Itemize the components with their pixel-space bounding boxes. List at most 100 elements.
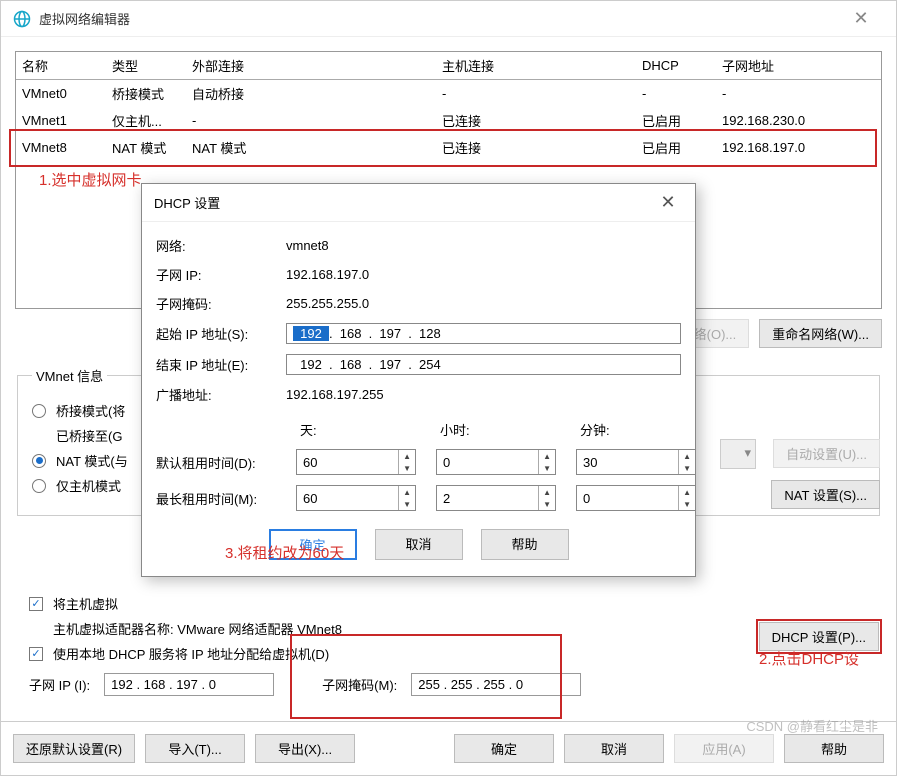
dhcp-end-input[interactable]: 192. 168. 197. 254 <box>286 354 681 375</box>
ok-button[interactable]: 确定 <box>454 734 554 763</box>
max-lease-label: 最长租用时间(M): <box>156 489 286 508</box>
def-lease-days-input[interactable]: ▲▼ <box>296 449 416 475</box>
def-lease-hours-input[interactable]: ▲▼ <box>436 449 556 475</box>
col-type[interactable]: 类型 <box>106 52 186 80</box>
cancel-button[interactable]: 取消 <box>564 734 664 763</box>
bridge-combo-dropdown-icon[interactable] <box>720 439 756 469</box>
restore-defaults-button[interactable]: 还原默认设置(R) <box>13 734 135 763</box>
spin-down-icon[interactable]: ▼ <box>679 462 695 474</box>
spin-value[interactable] <box>577 450 678 474</box>
globe-icon <box>13 10 31 28</box>
spin-up-icon[interactable]: ▲ <box>679 486 695 498</box>
ip-seg[interactable]: 254 <box>412 357 448 372</box>
spin-up-icon[interactable]: ▲ <box>539 450 555 462</box>
cell: - <box>186 107 436 134</box>
dhcp-mask-value: 255.255.255.0 <box>286 296 681 311</box>
cell: - <box>436 80 636 108</box>
table-row[interactable]: VMnet0 桥接模式 自动桥接 - - - <box>16 80 881 108</box>
cell: 自动桥接 <box>186 80 436 108</box>
table-row[interactable]: VMnet1 仅主机... - 已连接 已启用 192.168.230.0 <box>16 107 881 134</box>
ip-seg[interactable]: 168 <box>333 326 369 341</box>
vmnet-info-legend: VMnet 信息 <box>32 366 107 385</box>
dhcp-mask-label: 子网掩码: <box>156 294 286 313</box>
spin-value[interactable] <box>577 486 678 510</box>
spin-value[interactable] <box>297 486 398 510</box>
hostonly-radio[interactable] <box>32 479 46 493</box>
def-lease-mins-input[interactable]: ▲▼ <box>576 449 696 475</box>
table-header-row: 名称 类型 外部连接 主机连接 DHCP 子网地址 <box>16 52 881 80</box>
dhcp-start-input[interactable]: 192. 168. 197. 128 <box>286 323 681 344</box>
spin-down-icon[interactable]: ▼ <box>399 498 415 510</box>
adapter-name-label: 主机虚拟适配器名称: VMware 网络适配器 VMnet8 <box>53 619 342 638</box>
ip-seg[interactable]: 168 <box>333 357 369 372</box>
dhcp-close-icon[interactable]: ✕ <box>653 192 683 213</box>
subnet-ip-input[interactable]: 192 . 168 . 197 . 0 <box>104 673 274 696</box>
hostonly-radio-label: 仅主机模式 <box>56 476 121 495</box>
import-button[interactable]: 导入(T)... <box>145 734 245 763</box>
connect-host-checkbox[interactable] <box>29 597 43 611</box>
max-lease-days-input[interactable]: ▲▼ <box>296 485 416 511</box>
ip-seg[interactable]: 197 <box>372 357 408 372</box>
spin-up-icon[interactable]: ▲ <box>399 450 415 462</box>
main-window: 虚拟网络编辑器 ✕ 名称 类型 外部连接 主机连接 DHCP 子网地址 VMne… <box>0 0 897 776</box>
ip-seg[interactable]: 192 <box>293 357 329 372</box>
cell: NAT 模式 <box>106 134 186 161</box>
help-button[interactable]: 帮助 <box>784 734 884 763</box>
annotation-3: 3.将租约改为60天 <box>225 542 344 563</box>
spin-up-icon[interactable]: ▲ <box>679 450 695 462</box>
dhcp-title: DHCP 设置 <box>154 193 653 212</box>
cell: 192.168.230.0 <box>716 107 881 134</box>
annotation-1: 1.选中虚拟网卡 <box>39 169 142 190</box>
cell: 已连接 <box>436 107 636 134</box>
cell: VMnet1 <box>16 107 106 134</box>
connect-host-label: 将主机虚拟 <box>53 594 118 613</box>
close-icon[interactable]: ✕ <box>838 1 884 37</box>
cell: 仅主机... <box>106 107 186 134</box>
nat-settings-button[interactable]: NAT 设置(S)... <box>771 480 880 509</box>
ip-seg[interactable]: 197 <box>372 326 408 341</box>
dhcp-dialog: DHCP 设置 ✕ 网络: vmnet8 子网 IP: 192.168.197.… <box>141 183 696 577</box>
dhcp-bcast-value: 192.168.197.255 <box>286 387 681 402</box>
col-host[interactable]: 主机连接 <box>436 52 636 80</box>
subnet-mask-label: 子网掩码(M): <box>322 675 397 694</box>
spin-value[interactable] <box>297 450 398 474</box>
dhcp-titlebar: DHCP 设置 ✕ <box>142 184 695 222</box>
ip-seg[interactable]: 128 <box>412 326 448 341</box>
day-header: 天: <box>296 420 426 439</box>
dhcp-help-button[interactable]: 帮助 <box>481 529 569 560</box>
dhcp-settings-button[interactable]: DHCP 设置(P)... <box>759 622 879 651</box>
spin-value[interactable] <box>437 486 538 510</box>
max-lease-mins-input[interactable]: ▲▼ <box>576 485 696 511</box>
annotation-2: 2.点击DHCP设 <box>759 648 859 669</box>
cell: - <box>716 80 881 108</box>
export-button[interactable]: 导出(X)... <box>255 734 355 763</box>
dhcp-cancel-button[interactable]: 取消 <box>375 529 463 560</box>
max-lease-hours-input[interactable]: ▲▼ <box>436 485 556 511</box>
bridge-radio[interactable] <box>32 404 46 418</box>
lease-grid: 天: 小时: 分钟: 默认租用时间(D): ▲▼ ▲▼ ▲▼ 最长租用时间(M)… <box>156 420 681 511</box>
spin-down-icon[interactable]: ▼ <box>399 462 415 474</box>
cell: VMnet0 <box>16 80 106 108</box>
dhcp-start-label: 起始 IP 地址(S): <box>156 324 286 343</box>
col-ext[interactable]: 外部连接 <box>186 52 436 80</box>
spin-down-icon[interactable]: ▼ <box>539 498 555 510</box>
ip-seg[interactable]: 192 <box>293 326 329 341</box>
cell: 已启用 <box>636 107 716 134</box>
spin-down-icon[interactable]: ▼ <box>679 498 695 510</box>
nat-radio[interactable] <box>32 454 46 468</box>
use-dhcp-checkbox[interactable] <box>29 647 43 661</box>
col-subnet[interactable]: 子网地址 <box>716 52 881 80</box>
spin-down-icon[interactable]: ▼ <box>539 462 555 474</box>
col-name[interactable]: 名称 <box>16 52 106 80</box>
spin-up-icon[interactable]: ▲ <box>399 486 415 498</box>
spin-value[interactable] <box>437 450 538 474</box>
apply-button[interactable]: 应用(A) <box>674 734 774 763</box>
rename-network-button[interactable]: 重命名网络(W)... <box>759 319 882 348</box>
auto-settings-button[interactable]: 自动设置(U)... <box>773 439 880 468</box>
col-dhcp[interactable]: DHCP <box>636 52 716 80</box>
table-row-selected[interactable]: VMnet8 NAT 模式 NAT 模式 已连接 已启用 192.168.197… <box>16 134 881 161</box>
spin-up-icon[interactable]: ▲ <box>539 486 555 498</box>
cell: VMnet8 <box>16 134 106 161</box>
hour-header: 小时: <box>436 420 566 439</box>
subnet-mask-input[interactable]: 255 . 255 . 255 . 0 <box>411 673 581 696</box>
